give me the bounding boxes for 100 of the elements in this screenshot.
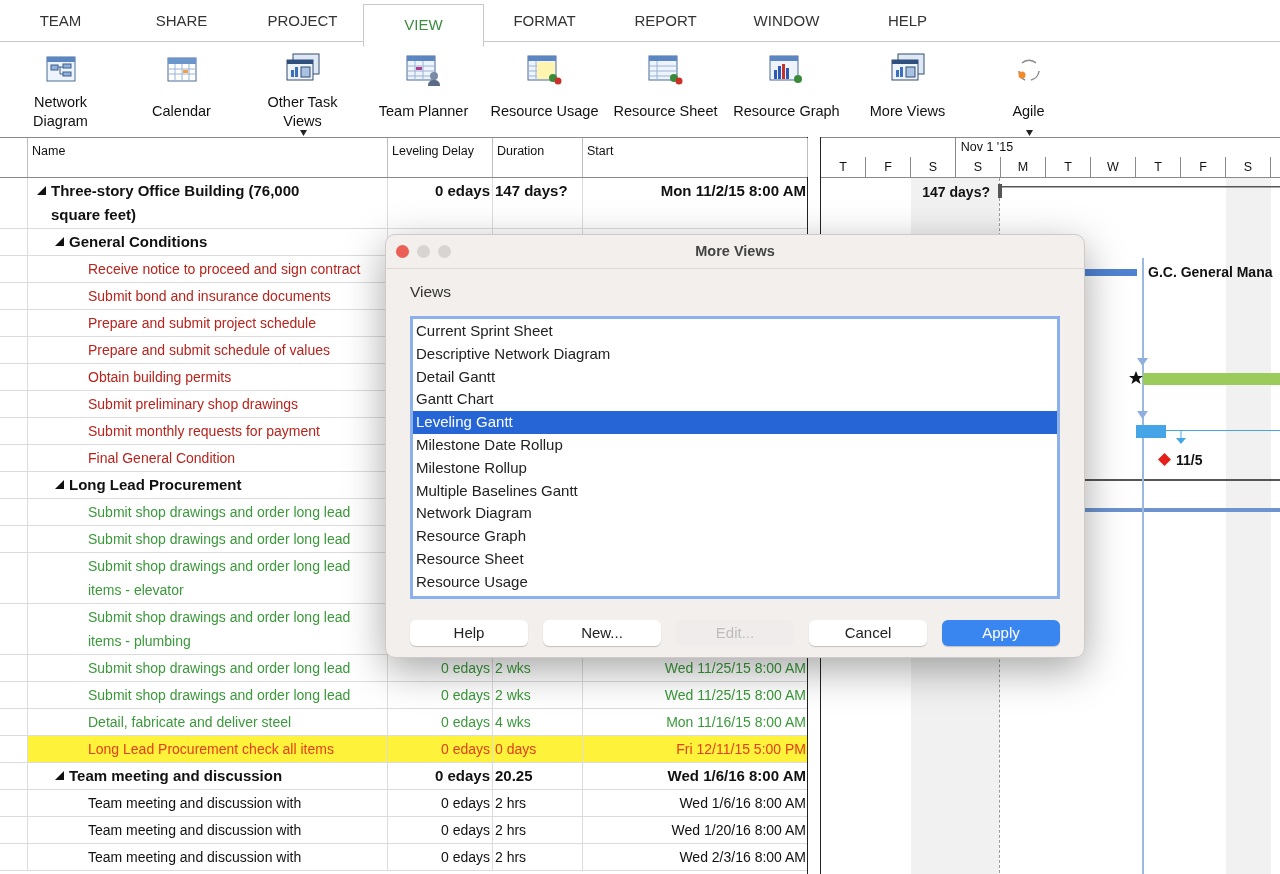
leveling-delay-cell: 0 edays [440,687,490,703]
column-header[interactable]: Duration [493,138,583,177]
duration-cell: 2 hrs [495,795,527,811]
task-name: Receive notice to proceed and sign contract [88,260,361,279]
duration-cell: 20.25 [495,767,533,784]
list-label: Views [410,282,452,302]
views-list[interactable] [410,316,1060,599]
task-name: Submit shop drawings and order long lead items - plumbing [88,608,352,651]
task-name: Team meeting and discussion with [88,821,302,840]
task-name: Submit shop drawings and order long lead [88,686,351,705]
expanded-triangle-icon[interactable] [55,771,64,780]
close-button[interactable] [396,245,409,258]
task-name: Team meeting and discussion with [88,848,302,867]
list-item[interactable]: Multiple Baselines Gantt [413,479,1057,503]
resource-label: G.C. General Mana [1148,263,1273,282]
task-name: Three-story Office Building (76,000 square feet) [51,181,301,225]
task-name: Final General Condition [88,449,236,468]
leveling-delay-cell: 0 edays [440,741,490,757]
task-name: Detail, fabricate and deliver steel [88,713,292,732]
ribbon-tab[interactable]: FORMAT [484,0,605,42]
list-item[interactable]: Gantt Chart [413,388,1057,412]
ribbon-tab[interactable]: WINDOW [726,0,847,42]
list-item[interactable]: Milestone Date Rollup [413,434,1057,457]
duration-cell: 2 wks [495,660,531,676]
duration-cell: 2 hrs [495,822,527,838]
ribbon-tab[interactable]: SHARE [121,0,242,42]
milestone-label: 11/5 [1176,451,1203,470]
task-name: Team meeting and discussion [69,766,283,786]
column-header[interactable]: Name [28,138,388,177]
start-cell: Wed 11/25/15 8:00 AM [664,687,806,703]
ribbon-button[interactable]: Resource Usage [484,42,605,137]
leveling-delay-cell: 0 edays [440,849,490,865]
task-name: Prepare and submit project schedule [88,314,317,333]
arrow-icon [1137,358,1148,366]
leveling-delay-cell: 0 edays [440,714,490,730]
dialog-title: More Views [695,241,775,261]
ribbon-tab[interactable]: HELP [847,0,968,42]
list-item[interactable]: Resource Sheet [413,547,1057,571]
ribbon-button[interactable]: Resource Sheet [605,42,726,137]
start-cell: Wed 1/6/16 8:00 AM [667,767,806,784]
start-cell: Wed 2/3/16 8:00 AM [679,849,806,865]
ribbon-tab[interactable]: TEAM [0,0,121,42]
milestone-diamond-icon [1158,453,1171,466]
ribbon-button[interactable]: Agile [968,42,1089,137]
expanded-triangle-icon[interactable] [55,237,64,246]
task-name: Submit shop drawings and order long lead [88,659,351,678]
task-bar [1136,425,1166,438]
task-name: Submit bond and insurance documents [88,287,331,306]
dialog-button[interactable]: Help [410,620,528,646]
start-cell: Wed 1/20/16 8:00 AM [671,822,806,838]
list-item[interactable]: Detail Gantt [413,365,1057,389]
dialog-button[interactable]: New... [543,620,661,646]
task-name: Submit monthly requests for payment [88,422,320,441]
ribbon-button[interactable]: More Views [847,42,968,137]
task-name: Submit shop drawings and order long lead [88,530,351,549]
ribbon-tab[interactable]: PROJECT [242,0,363,42]
task-name: Submit shop drawings and order long lead items - elevator [88,557,352,600]
leveling-delay-cell: 0 edays [434,182,490,199]
expanded-triangle-icon[interactable] [37,186,46,195]
list-item[interactable]: Current Sprint Sheet [413,320,1057,343]
expanded-triangle-icon[interactable] [55,480,64,489]
duration-cell: 0 days [495,741,537,757]
leveling-delay-cell: 0 edays [440,660,490,676]
list-item[interactable]: Network Diagram [413,502,1057,526]
list-item[interactable]: Milestone Rollup [413,456,1057,480]
task-name: Submit shop drawings and order long lead [88,503,351,522]
start-cell: Fri 12/11/15 5:00 PM [676,741,806,757]
timescale-label: Nov 1 '15 [954,138,1280,157]
ribbon-tab[interactable]: VIEW [363,4,484,47]
list-item[interactable]: Resource Usage [413,570,1057,594]
ribbon-button[interactable]: Resource Graph [726,42,847,137]
list-item[interactable]: Descriptive Network Diagram [413,342,1057,366]
ribbon-button[interactable]: Other Task Views [242,42,363,137]
task-name: Team meeting and discussion with [88,794,302,813]
ribbon-tab[interactable]: REPORT [605,0,726,42]
duration-cell: 4 wks [495,714,531,730]
start-cell: Wed 11/25/15 8:00 AM [664,660,806,676]
dialog-button[interactable]: Cancel [809,620,927,646]
duration-cell: 2 wks [495,687,531,703]
task-name: Long Lead Procurement check all items [88,740,334,759]
ribbon-button[interactable]: Calendar [121,42,242,137]
leveling-delay-cell: 0 edays [440,822,490,838]
list-item[interactable]: Resource Graph [413,525,1057,548]
duration-cell: 147 days? [495,182,568,199]
task-name: Prepare and submit schedule of values [88,341,331,360]
dialog-button[interactable]: Apply [942,620,1060,646]
list-item[interactable]: Leveling Gantt [413,411,1057,434]
start-cell: Mon 11/2/15 8:00 AM [660,182,806,199]
arrow-icon [1137,411,1148,419]
task-name: Submit preliminary shop drawings [88,395,299,414]
start-cell: Wed 1/6/16 8:00 AM [679,795,806,811]
start-cell: Mon 11/16/15 8:00 AM [666,714,806,730]
star-icon [1129,371,1143,385]
column-header[interactable]: Leveling Delay [388,138,493,177]
duration-label: 147 days? [922,183,990,202]
duration-cell: 2 hrs [495,849,527,865]
ribbon-button[interactable]: Network Diagram [0,42,121,137]
task-name: General Conditions [69,232,208,252]
leveling-delay-cell: 0 edays [434,767,490,784]
leveling-delay-cell: 0 edays [440,795,490,811]
